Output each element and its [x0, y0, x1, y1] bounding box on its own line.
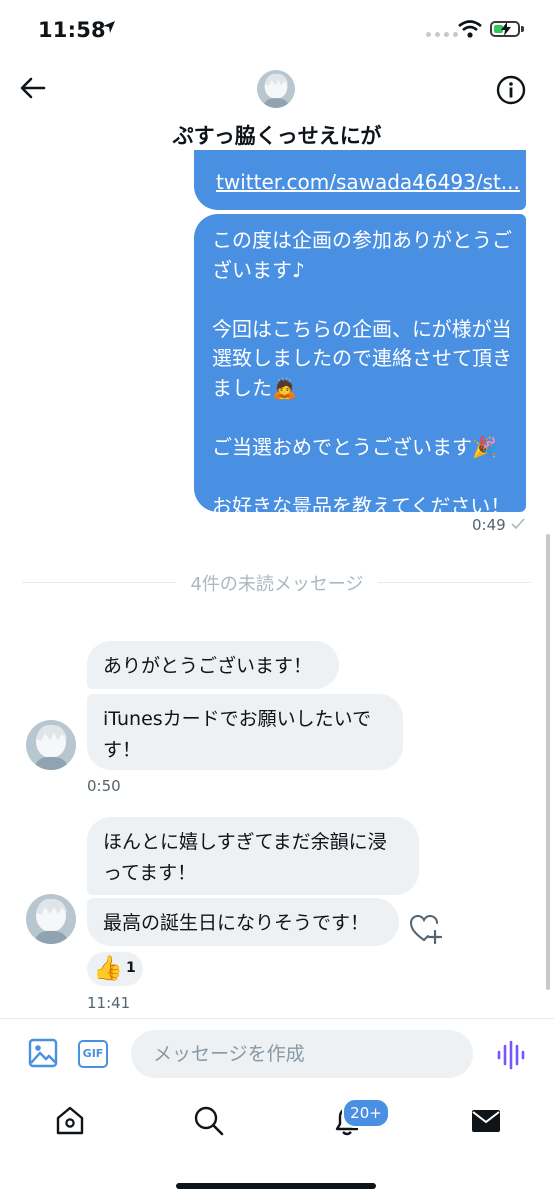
sender-avatar[interactable] — [26, 720, 76, 770]
unread-divider-label: 4件の未読メッセージ — [176, 574, 378, 595]
scrollbar[interactable] — [546, 534, 550, 990]
compose-divider — [0, 1018, 554, 1019]
image-icon[interactable] — [28, 1038, 58, 1068]
incoming-timestamp: 11:41 — [87, 994, 131, 1012]
add-reaction-icon[interactable] — [410, 914, 442, 944]
battery-icon — [490, 21, 520, 37]
outgoing-message-bubble[interactable]: この度は企画の参加ありがとうご ざいます♪ 今回はこちらの企画、にが様が当 選致… — [194, 214, 526, 518]
unread-divider: 4件の未読メッセージ — [0, 570, 554, 596]
reaction-count: 1 — [126, 960, 136, 976]
signal-icon — [426, 32, 458, 37]
incoming-message-bubble[interactable]: iTunesカードでお願いしたいで す！ — [87, 694, 403, 770]
outgoing-timestamp: 0:49 — [472, 516, 506, 534]
incoming-message-bubble[interactable]: ほんとに嬉しすぎてまだ余韻に浸 ってます！ — [87, 817, 419, 895]
voice-message-icon[interactable] — [497, 1040, 525, 1070]
home-icon[interactable] — [55, 1105, 85, 1137]
location-arrow-icon — [103, 21, 115, 33]
notifications-badge: 20+ — [342, 1098, 390, 1128]
home-indicator — [176, 1183, 376, 1189]
thumbs-up-emoji: 👍 — [93, 954, 123, 982]
back-arrow-icon[interactable] — [20, 76, 46, 100]
conversation-title: ぷすっ脇くっせえにが — [172, 124, 382, 148]
status-time: 11:58 — [38, 18, 106, 42]
header-avatar[interactable] — [257, 70, 295, 108]
incoming-message-bubble[interactable]: 最高の誕生日になりそうです！ — [87, 898, 399, 946]
battery-tip — [521, 26, 524, 32]
incoming-timestamp: 0:50 — [87, 777, 121, 795]
sender-avatar[interactable] — [26, 894, 76, 944]
search-icon[interactable] — [193, 1105, 225, 1137]
outgoing-link-bubble[interactable]: twitter.com/sawada46493/st... — [194, 150, 526, 210]
info-icon[interactable] — [496, 75, 526, 105]
sent-check-icon — [511, 518, 525, 530]
wifi-icon — [458, 20, 482, 38]
mail-icon[interactable] — [471, 1108, 501, 1134]
gif-button[interactable]: GIF — [78, 1040, 108, 1068]
reaction-pill[interactable]: 👍 1 — [87, 952, 143, 986]
incoming-message-bubble[interactable]: ありがとうございます！ — [87, 641, 339, 689]
message-input[interactable]: メッセージを作成 — [131, 1030, 473, 1078]
tweet-link[interactable]: twitter.com/sawada46493/st... — [216, 170, 520, 194]
